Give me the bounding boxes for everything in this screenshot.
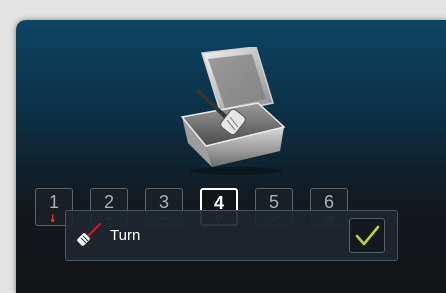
checkmark-icon (355, 225, 380, 246)
spatula-icon (77, 223, 101, 246)
thermometer-icon (51, 214, 55, 222)
fryer-basket-icon (176, 46, 296, 175)
confirm-button[interactable] (349, 218, 385, 253)
step-action-label: Turn (110, 227, 141, 244)
step-detail-popup: Turn (65, 210, 398, 261)
cooking-step-panel: 1 2 3 4 5 6 Turn (16, 20, 446, 293)
